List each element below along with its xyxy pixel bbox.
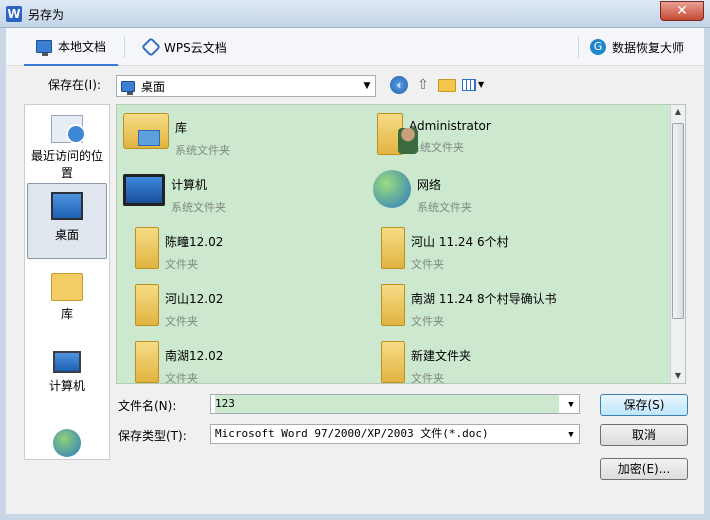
item-name: 网络: [417, 178, 442, 192]
list-item[interactable]: 库 系统文件夹: [123, 113, 363, 169]
desktop-icon: [51, 192, 83, 220]
computer-icon: [53, 351, 81, 373]
network-icon: [53, 429, 81, 457]
list-item[interactable]: 河山12.02 文件夹: [123, 284, 363, 340]
cancel-button[interactable]: 取消: [600, 424, 688, 446]
tab-label: 本地文档: [58, 39, 107, 54]
place-label: 桌面: [54, 228, 79, 242]
folder-icon: [381, 227, 405, 269]
filename-input[interactable]: 123 ▼: [210, 394, 580, 414]
list-item[interactable]: 南湖12.02 文件夹: [123, 341, 363, 384]
chevron-down-icon[interactable]: ▼: [563, 425, 579, 445]
filetype-label: 保存类型(T):: [118, 429, 187, 443]
item-type: 系统文件夹: [171, 201, 226, 214]
tab-local-documents[interactable]: 本地文档: [24, 28, 119, 66]
up-folder-button[interactable]: ⇧: [414, 76, 432, 94]
place-label: 最近访问的位置: [30, 149, 103, 180]
folder-icon: [135, 227, 159, 269]
save-in-value: 桌面: [141, 79, 166, 94]
scroll-down-arrow[interactable]: ▼: [671, 369, 685, 383]
library-icon: [51, 273, 83, 301]
folder-icon: [381, 284, 405, 326]
new-folder-button[interactable]: [438, 78, 456, 92]
window-title: 另存为: [28, 8, 65, 22]
item-type: 文件夹: [411, 258, 444, 271]
network-icon: [373, 170, 411, 208]
places-bar: 最近访问的位置 置 桌面 库 计算机 网络: [24, 104, 110, 460]
chevron-down-icon: ▼: [478, 80, 485, 89]
item-type: 文件夹: [165, 315, 198, 328]
list-item[interactable]: 计算机 系统文件夹: [123, 170, 363, 226]
place-label: 计算机: [48, 379, 85, 393]
computer-icon: [123, 174, 165, 206]
list-item[interactable]: 新建文件夹 文件夹: [369, 341, 609, 384]
save-in-dropdown[interactable]: 桌面 ▼: [116, 75, 376, 97]
item-name: 陈疃12.02: [165, 235, 224, 249]
view-menu-button[interactable]: ▼: [462, 76, 488, 94]
item-type: 系统文件夹: [417, 201, 472, 214]
tab-wps-cloud[interactable]: WPS云文档: [132, 28, 239, 66]
user-folder-icon: [377, 113, 418, 155]
filetype-value: Microsoft Word 97/2000/XP/2003 文件(*.doc): [215, 427, 489, 440]
place-network[interactable]: 网络: [27, 423, 107, 459]
list-item[interactable]: Administrator 系统文件夹: [369, 113, 609, 169]
view-icon: [462, 79, 476, 91]
tab-label: 数据恢复大师: [612, 40, 685, 55]
list-item[interactable]: 河山 11.24 6个村 文件夹: [369, 227, 609, 283]
place-recent[interactable]: 最近访问的位置 置: [27, 109, 107, 197]
desktop-icon: [121, 80, 135, 95]
item-type: 系统文件夹: [175, 144, 230, 157]
file-list[interactable]: 库 系统文件夹 Administrator 系统文件夹 计算机 系统文件夹 网络…: [116, 104, 686, 384]
dialog-body: 本地文档 WPS云文档 G 数据恢复大师 保存在(I): 桌面 ▼ ‹ ⇧ ▼ …: [6, 28, 704, 514]
filename-label: 文件名(N):: [118, 399, 177, 413]
list-item[interactable]: 南湖 11.24 8个村导确认书 文件夹: [369, 284, 609, 340]
folder-icon: [135, 341, 159, 383]
scroll-thumb[interactable]: [672, 123, 684, 319]
tab-divider: [124, 36, 125, 58]
recover-icon: G: [590, 39, 606, 55]
title-bar: W 另存为 ✕: [0, 0, 710, 28]
save-in-label: 保存在(I):: [48, 78, 101, 92]
place-desktop[interactable]: 桌面: [27, 183, 107, 259]
save-button[interactable]: 保存(S): [600, 394, 688, 416]
item-name: 河山 11.24 6个村: [411, 235, 509, 249]
item-name: 计算机: [171, 178, 208, 192]
folder-icon: [381, 341, 405, 383]
vertical-scrollbar[interactable]: ▲ ▼: [670, 105, 685, 383]
item-type: 系统文件夹: [409, 141, 464, 154]
place-library[interactable]: 库: [27, 267, 107, 327]
navigation-toolbar: ‹ ⇧ ▼: [390, 76, 488, 94]
chevron-down-icon[interactable]: ▼: [563, 395, 579, 415]
place-computer[interactable]: 计算机: [27, 345, 107, 405]
item-type: 文件夹: [165, 372, 198, 384]
item-name: 河山12.02: [165, 292, 224, 306]
item-name: 南湖12.02: [165, 349, 224, 363]
monitor-icon: [36, 39, 52, 56]
filename-value: 123: [215, 395, 559, 413]
chevron-down-icon[interactable]: ▼: [359, 76, 375, 96]
item-name: 南湖 11.24 8个村导确认书: [411, 292, 557, 306]
recent-places-icon: [51, 115, 86, 144]
location-tabs: 本地文档 WPS云文档 G 数据恢复大师: [6, 28, 704, 66]
back-button[interactable]: ‹: [390, 76, 408, 94]
item-type: 文件夹: [411, 315, 444, 328]
cloud-icon: [141, 37, 161, 57]
filetype-select[interactable]: Microsoft Word 97/2000/XP/2003 文件(*.doc)…: [210, 424, 580, 444]
item-name: 新建文件夹: [411, 349, 472, 363]
list-item[interactable]: 网络 系统文件夹: [369, 170, 609, 226]
place-label: 库: [60, 307, 73, 321]
scroll-up-arrow[interactable]: ▲: [671, 105, 685, 119]
item-name: Administrator: [409, 119, 491, 133]
list-item[interactable]: 陈疃12.02 文件夹: [123, 227, 363, 283]
item-name: 库: [175, 121, 188, 135]
close-button[interactable]: ✕: [660, 1, 704, 21]
tab-data-recovery[interactable]: G 数据恢复大师: [578, 28, 696, 66]
item-type: 文件夹: [411, 372, 444, 384]
library-icon: [123, 113, 169, 149]
item-type: 文件夹: [165, 258, 198, 271]
folder-icon: [135, 284, 159, 326]
wps-writer-icon: W: [6, 6, 22, 22]
encrypt-button[interactable]: 加密(E)...: [600, 458, 688, 480]
tab-label: WPS云文档: [164, 40, 227, 55]
